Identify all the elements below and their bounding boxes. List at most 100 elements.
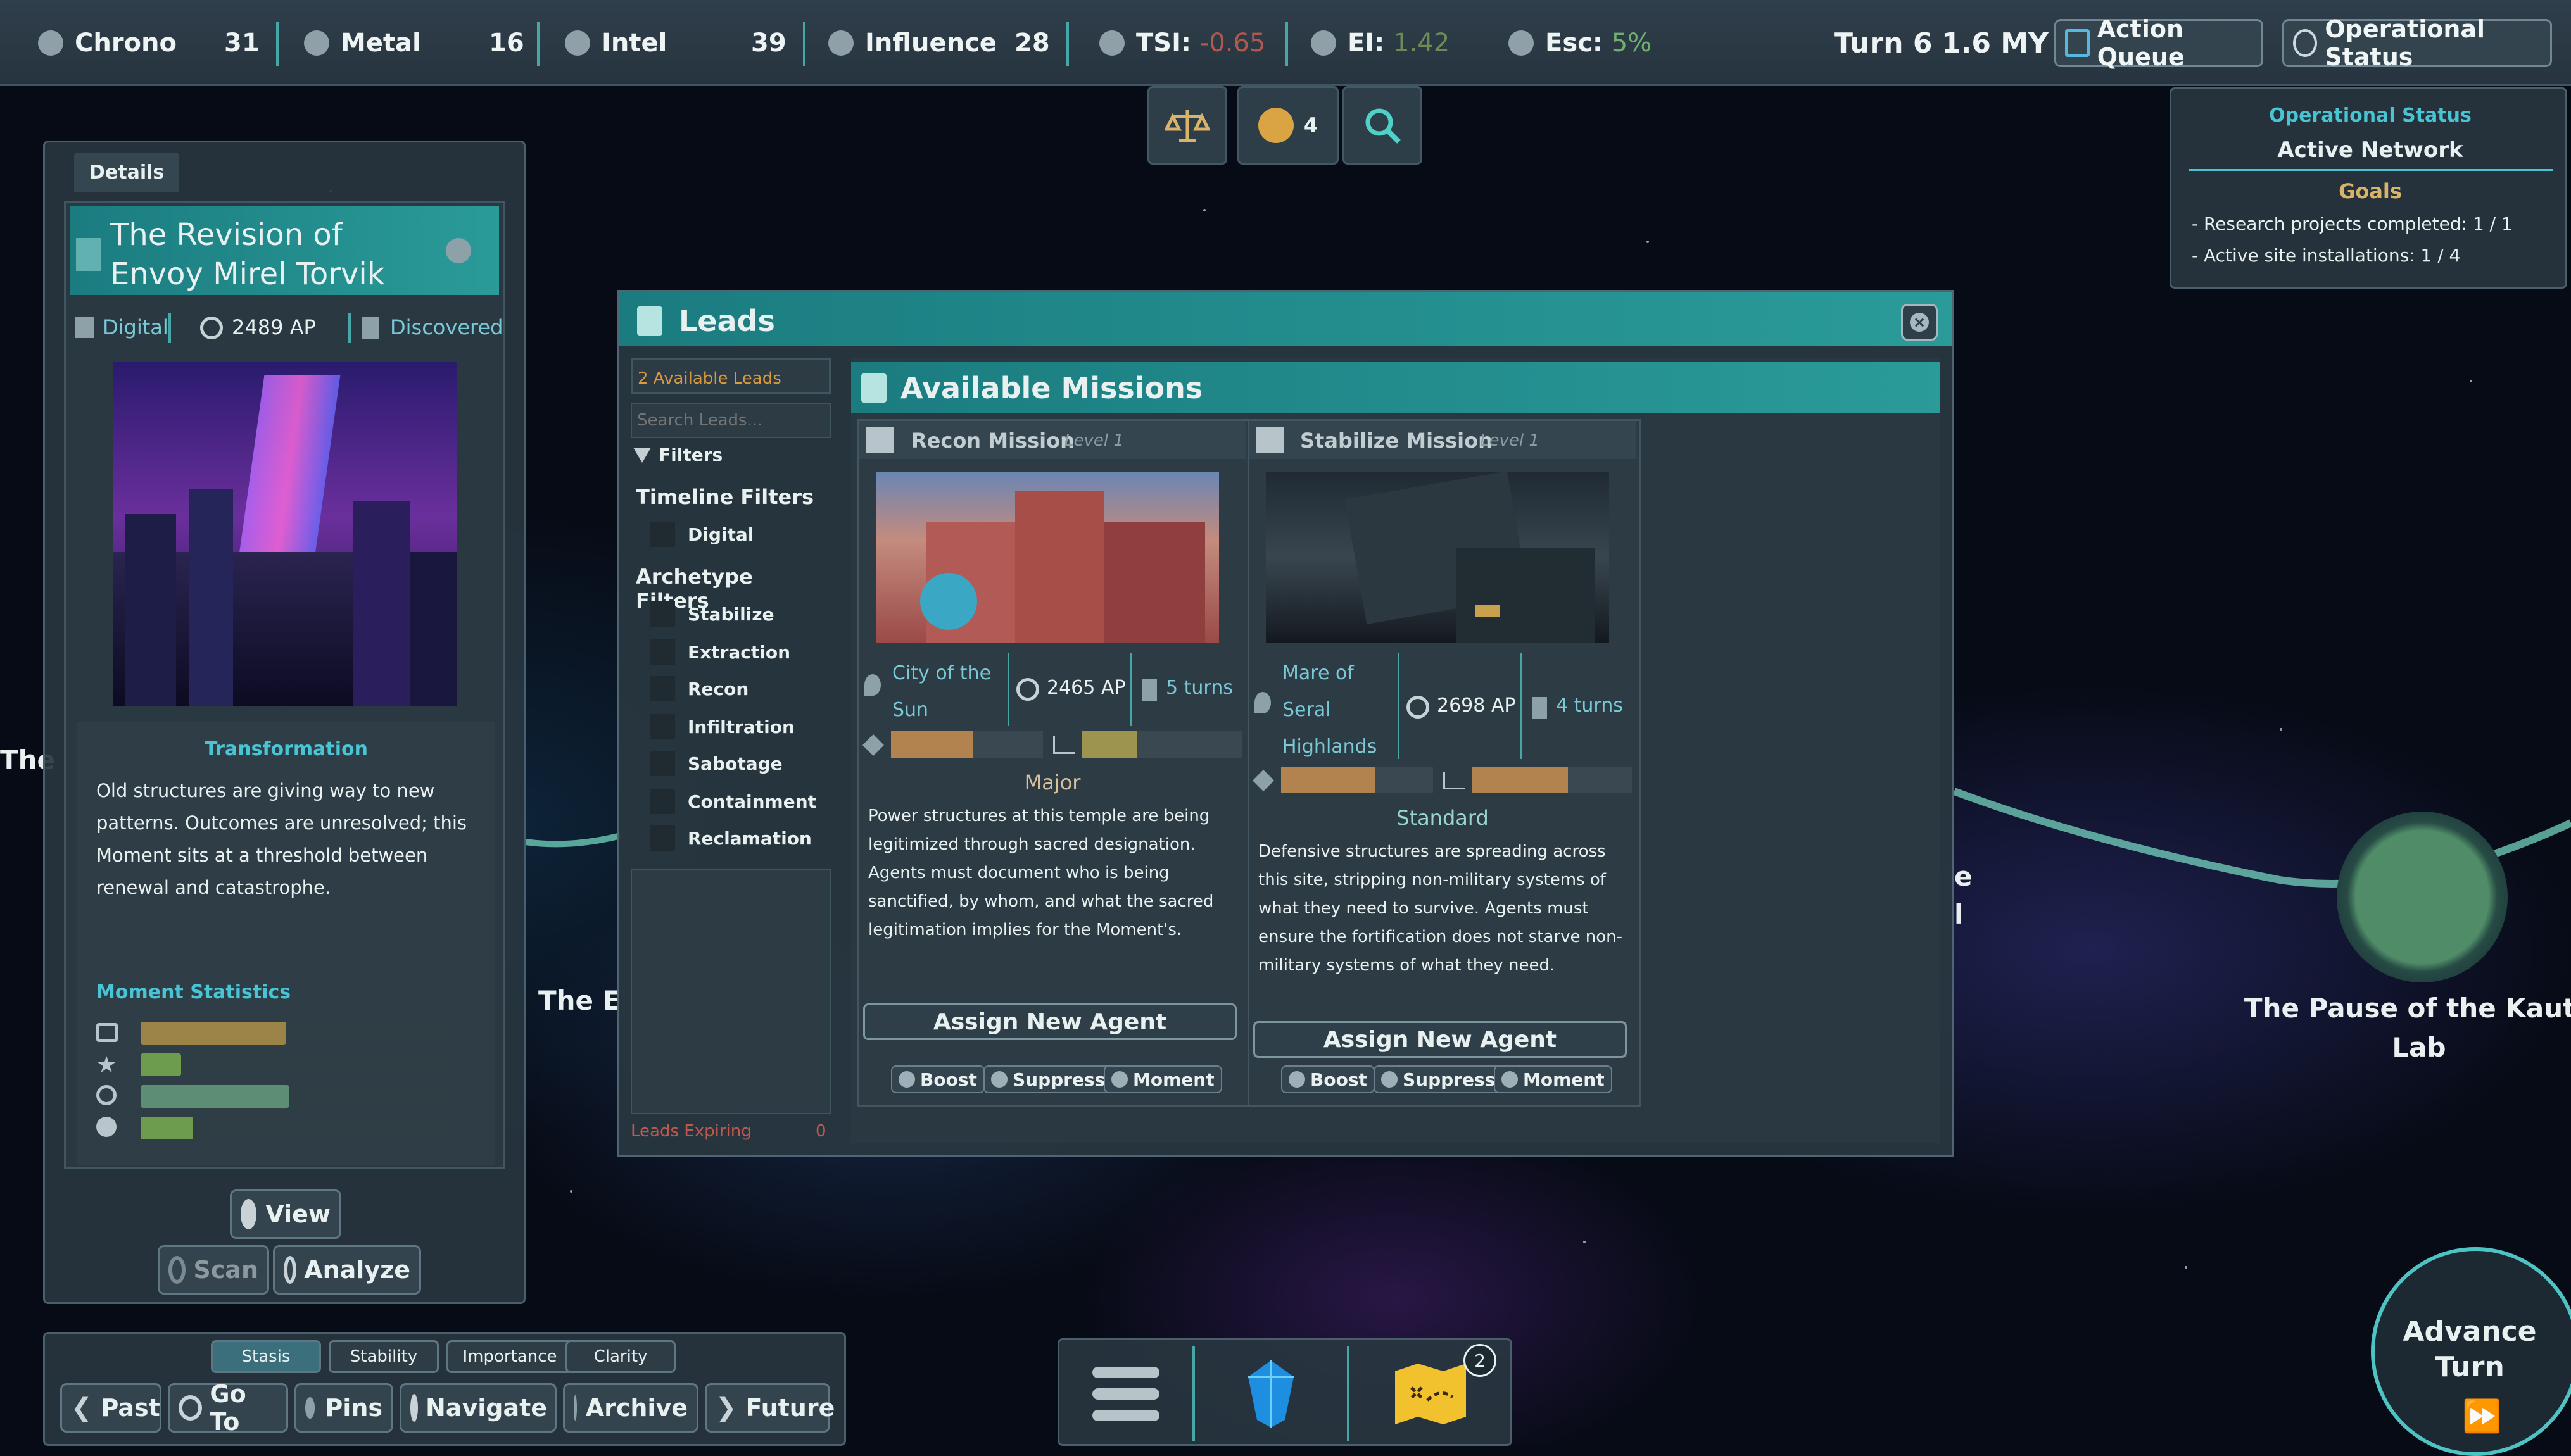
past-button[interactable]: ❮ Past [60, 1383, 161, 1433]
checkbox[interactable] [650, 639, 675, 665]
time-counter: 1.6 MY [1942, 27, 2049, 60]
tsi-value: -0.65 [1199, 28, 1266, 58]
mission-card[interactable]: Stabilize Mission Level 1 Mare of Seral … [1248, 419, 1641, 1107]
action-queue-button[interactable]: Action Queue [2054, 15, 2263, 71]
esc-indicator[interactable]: Esc: 5% [1508, 0, 1652, 86]
map-label-right-frag[interactable]: e [1954, 861, 1973, 892]
ei-indicator[interactable]: EI: 1.42 [1311, 0, 1450, 86]
navigate-label: Navigate [426, 1394, 548, 1422]
search-button[interactable] [1342, 86, 1422, 165]
view-button[interactable]: View [230, 1189, 341, 1239]
filter-infiltration[interactable]: Infiltration [650, 714, 795, 739]
chevron-right-icon: ❯ [716, 1393, 737, 1422]
tsi-indicator[interactable]: TSI: -0.65 [1099, 0, 1265, 86]
building-icon [1256, 427, 1284, 453]
checkbox[interactable] [650, 789, 675, 814]
mission-card[interactable]: Recon Mission Level 1 City of the Sun 24… [857, 419, 1251, 1107]
resource-metal[interactable]: Metal [304, 0, 421, 86]
tab-stability[interactable]: Stability [329, 1340, 439, 1373]
scan-label: Scan [193, 1256, 258, 1284]
close-icon: × [1910, 313, 1929, 332]
ap-icon [200, 317, 223, 339]
tab-importance[interactable]: Importance [446, 1340, 573, 1373]
mission-location: Mare of Seral Highlands [1282, 662, 1377, 758]
leads-window: Leads × 2 Available Leads Filters Timeli… [617, 290, 1954, 1157]
checkbox[interactable] [650, 825, 675, 851]
mission-location: City of the Sun [892, 662, 992, 721]
tag-divider [1130, 653, 1132, 726]
filter-extraction[interactable]: Extraction [650, 639, 790, 665]
filter-sabotage[interactable]: Sabotage [650, 751, 783, 776]
close-button[interactable]: × [1901, 304, 1938, 341]
map-label-left-mid[interactable]: The E [538, 985, 621, 1016]
leads-icon [637, 306, 662, 336]
details-panel: Details The Revision of Envoy Mirel Torv… [43, 141, 526, 1304]
resource-intel[interactable]: Intel [565, 0, 667, 86]
filter-digital[interactable]: Digital [650, 522, 754, 547]
ei-icon [1311, 30, 1336, 56]
filter-stabilize[interactable]: Stabilize [650, 601, 774, 627]
suppress-button[interactable]: Suppress [1374, 1065, 1503, 1093]
checkbox[interactable] [650, 676, 675, 701]
filter-reclamation[interactable]: Reclamation [650, 825, 812, 851]
scan-button[interactable]: Scan [158, 1245, 269, 1295]
boost-button[interactable]: Boost [891, 1065, 985, 1093]
suppress-label: Suppress [1013, 1069, 1106, 1090]
map-badge: 2 [1463, 1344, 1496, 1377]
treasure-map-button[interactable]: 2 [1349, 1340, 1512, 1448]
analyze-button[interactable]: Analyze [273, 1245, 421, 1295]
assign-agent-button[interactable]: Assign New Agent [1253, 1021, 1627, 1058]
map-label-right-frag[interactable]: l [1954, 899, 1963, 930]
future-button[interactable]: ❯ Future [705, 1383, 835, 1433]
checkbox[interactable] [650, 751, 675, 776]
boost-button[interactable]: Boost [1281, 1065, 1375, 1093]
checkbox[interactable] [650, 714, 675, 739]
mission-bar-right [1082, 731, 1242, 758]
menu-button[interactable] [1059, 1340, 1192, 1448]
status-subtitle: Active Network [2277, 137, 2463, 163]
filter-recon[interactable]: Recon [650, 676, 749, 701]
checkbox[interactable] [650, 601, 675, 627]
chevron-left-icon: ❮ [71, 1393, 92, 1422]
search-leads-input[interactable] [631, 403, 831, 438]
moment-button[interactable]: Moment [1494, 1065, 1612, 1093]
timeline-node[interactable] [2337, 812, 2508, 982]
goto-button[interactable]: Go To [168, 1380, 288, 1436]
filter-containment[interactable]: Containment [650, 789, 816, 814]
filters-toggle[interactable]: Filters [631, 444, 723, 465]
crystal-icon [1248, 1360, 1294, 1428]
resource-label: Chrono [75, 28, 177, 58]
operational-status-button[interactable]: Operational Status [2282, 15, 2552, 71]
navigate-button[interactable]: Navigate [400, 1383, 557, 1433]
tab-details[interactable]: Details [74, 153, 180, 192]
assign-agent-button[interactable]: Assign New Agent [863, 1003, 1237, 1040]
stat-bar-balance [141, 1022, 451, 1045]
resource-chrono[interactable]: Chrono [38, 0, 177, 86]
stat-fill [141, 1022, 287, 1045]
pin-icon[interactable] [446, 238, 471, 263]
advance-turn-label: Advance Turn [2403, 1315, 2537, 1383]
available-leads-tab[interactable]: 2 Available Leads [631, 358, 831, 394]
agents-button[interactable]: 4 [1237, 86, 1339, 165]
map-label-right-node[interactable]: The Pause of the Kauto Lab [2242, 989, 2571, 1067]
agent-icon [1258, 108, 1294, 143]
pins-button[interactable]: Pins [294, 1383, 393, 1433]
queue-icon [2065, 29, 2090, 57]
resource-influence[interactable]: Influence [828, 0, 997, 86]
stat-bar-search [141, 1085, 451, 1108]
pins-label: Pins [325, 1394, 382, 1422]
filters-label: Filters [659, 444, 723, 465]
tag-divider [348, 313, 351, 343]
tab-stasis[interactable]: Stasis [211, 1340, 321, 1373]
goal-item: - Active site installations: 1 / 4 [2192, 245, 2461, 266]
tab-clarity[interactable]: Clarity [565, 1340, 676, 1373]
tag-divider [1398, 653, 1399, 759]
stat-fill [141, 1117, 194, 1139]
moment-button[interactable]: Moment [1104, 1065, 1222, 1093]
archive-button[interactable]: Archive [563, 1383, 698, 1433]
advance-turn-button[interactable]: Advance Turn ⏩ [2371, 1247, 2571, 1456]
suppress-button[interactable]: Suppress [983, 1065, 1113, 1093]
checkbox[interactable] [650, 522, 675, 547]
balance-button[interactable] [1147, 86, 1227, 165]
crystal-button[interactable] [1195, 1340, 1347, 1448]
